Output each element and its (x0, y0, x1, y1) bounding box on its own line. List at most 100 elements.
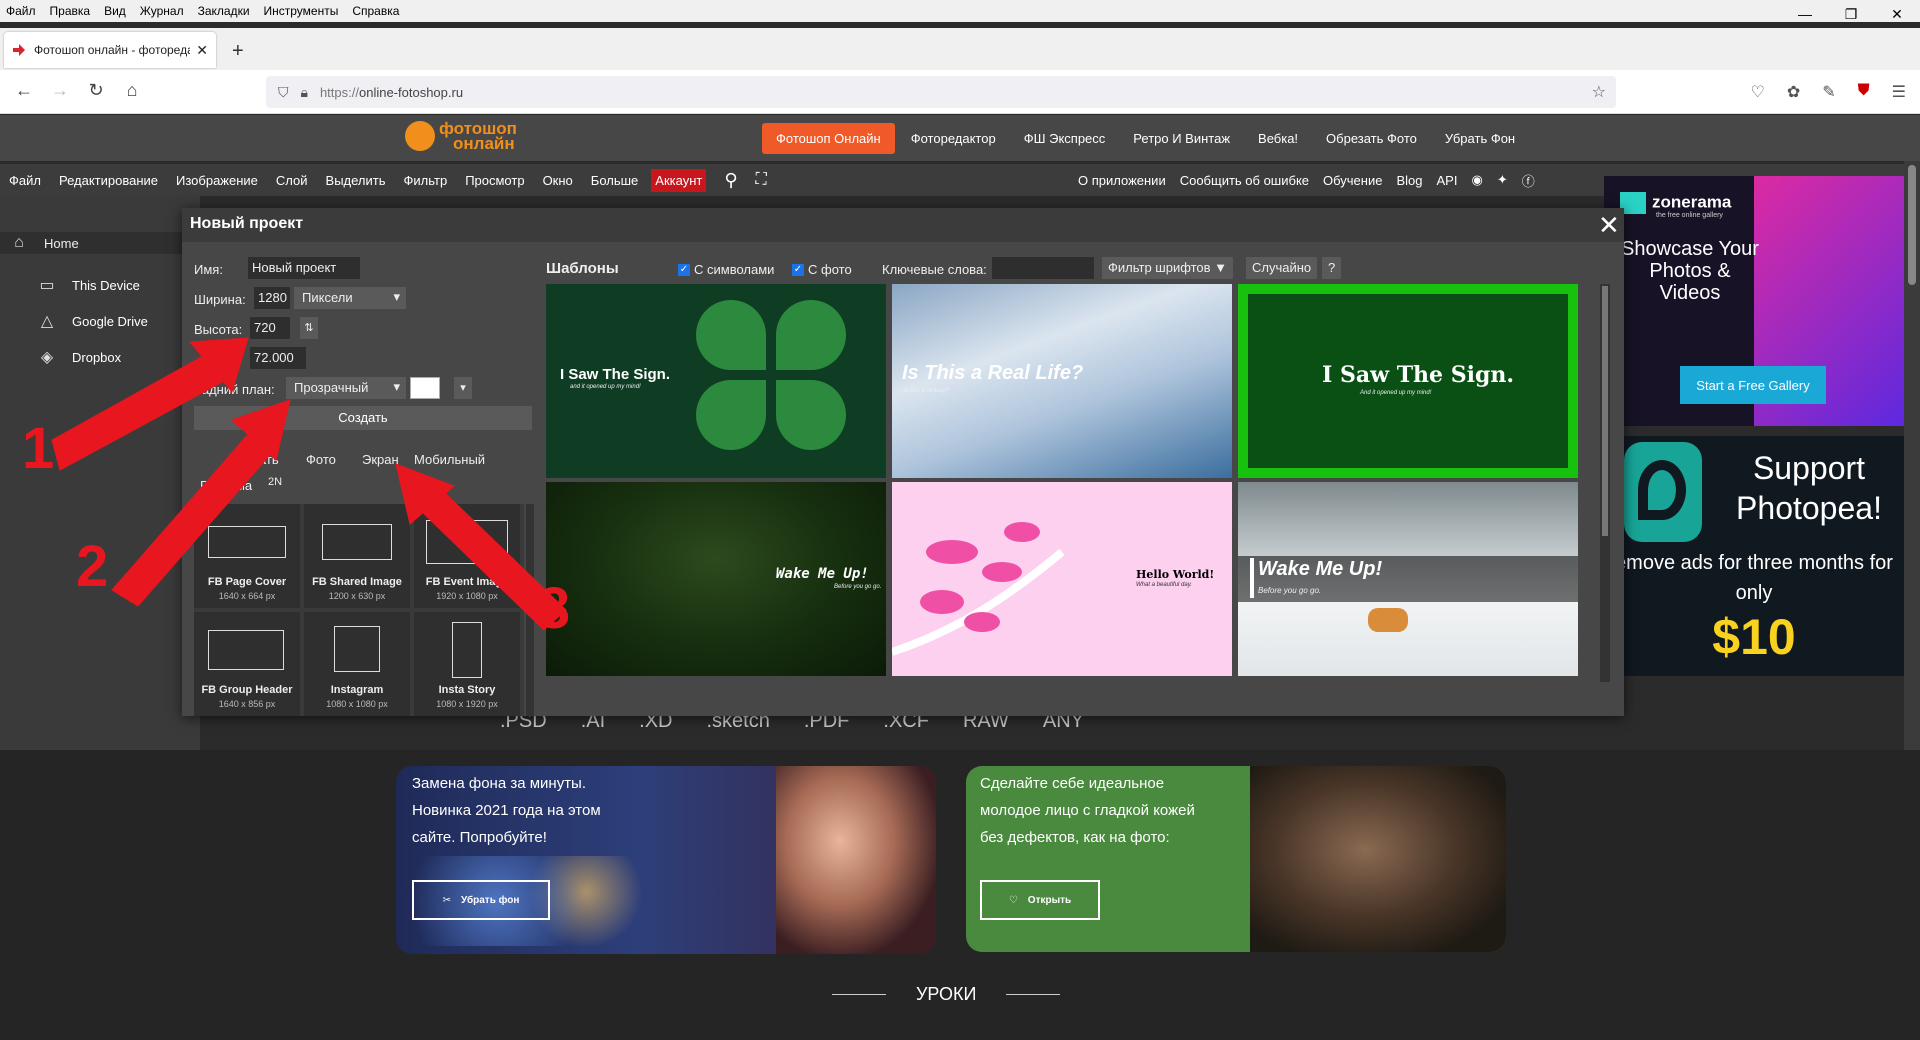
shield-icon[interactable]: ⛉ (278, 84, 289, 101)
nav-photo-editor[interactable]: Фоторедактор (897, 123, 1010, 154)
facebook-icon[interactable]: ⓕ (1522, 171, 1535, 190)
menu-file[interactable]: Файл (6, 4, 36, 18)
create-button[interactable]: Создать (194, 406, 532, 430)
home-icon[interactable]: ⌂ (120, 80, 144, 101)
sidebar-item-google-drive[interactable]: △ Google Drive (0, 304, 200, 338)
menu-tools[interactable]: Инструменты (264, 4, 339, 18)
new-tab-icon[interactable]: + (232, 40, 244, 63)
color-wheel-icon[interactable]: ✿ (1787, 82, 1800, 102)
close-icon[interactable]: ✕ (1598, 210, 1620, 241)
preset-fb-event-image[interactable]: FB Event Image 1920 x 1080 px (414, 504, 520, 608)
template-tile[interactable]: I Saw The Sign. And it opened up my mind… (1238, 284, 1578, 478)
face-retouch-promo[interactable]: Сделайте себе идеальное молодое лицо с г… (966, 766, 1506, 952)
lock-icon[interactable]: 🔒︎ (301, 84, 308, 101)
reddit-icon[interactable]: ◉ (1471, 172, 1482, 188)
preset-fb-page-cover[interactable]: FB Page Cover 1640 x 664 px (194, 504, 300, 608)
menu-bookmarks[interactable]: Закладки (198, 4, 250, 18)
swap-dimensions-icon[interactable]: ⇅ (300, 317, 318, 339)
preset-fb-group-header[interactable]: FB Group Header 1640 x 856 px (194, 612, 300, 716)
color-dropdown-icon[interactable]: ▾ (454, 377, 472, 399)
appmenu-report-bug[interactable]: Сообщить об ошибке (1180, 173, 1309, 188)
preset-insta-story[interactable]: Insta Story 1080 x 1920 px (414, 612, 520, 716)
font-filter-button[interactable]: Фильтр шрифтов ▼ (1102, 257, 1234, 279)
nav-webcam[interactable]: Вебка! (1244, 123, 1312, 154)
back-icon[interactable]: ← (12, 80, 36, 101)
with-photo-checkbox[interactable]: ✓ С фото (792, 262, 852, 277)
shield-extension-icon[interactable]: ⛊ (1858, 82, 1870, 102)
hamburger-menu-icon[interactable]: ☰ (1892, 82, 1906, 102)
search-icon[interactable]: ⚲ (724, 170, 737, 191)
pocket-icon[interactable]: ♡ (1750, 82, 1764, 102)
template-tile[interactable]: Hello World! What a beautiful day. (892, 482, 1232, 676)
minimize-icon[interactable]: — (1782, 0, 1828, 28)
tab-close-icon[interactable]: ✕ (196, 42, 208, 59)
unit-select[interactable]: Пиксели (294, 287, 406, 309)
nav-photoshop-online[interactable]: Фотошоп Онлайн (762, 123, 895, 154)
nav-crop[interactable]: Обрезать Фото (1312, 123, 1431, 154)
remove-background-promo[interactable]: Замена фона за минуты. Новинка 2021 года… (396, 766, 936, 954)
browser-tab[interactable]: Фотошоп онлайн - фоторедак ✕ (4, 32, 216, 68)
template-tile[interactable]: Is This a Real Life? Is this a fantasy? (892, 284, 1232, 478)
close-window-icon[interactable]: ✕ (1874, 0, 1920, 28)
appmenu-file[interactable]: Файл (9, 173, 41, 188)
background-color-swatch[interactable] (410, 377, 440, 399)
appmenu-select[interactable]: Выделить (326, 173, 386, 188)
category-ads[interactable]: Реклама (200, 478, 252, 493)
nav-express[interactable]: ФШ Экспресс (1010, 123, 1120, 154)
help-button[interactable]: ? (1322, 257, 1342, 279)
preset-scrollbar[interactable] (526, 504, 534, 716)
template-tile[interactable]: Wake Me Up! Before you go go. (1238, 482, 1578, 676)
zonerama-ad[interactable]: zonerama the free online gallery Showcas… (1604, 176, 1904, 426)
appmenu-more[interactable]: Больше (591, 173, 639, 188)
appmenu-filter[interactable]: Фильтр (404, 173, 448, 188)
nav-remove-bg[interactable]: Убрать Фон (1431, 123, 1529, 154)
restore-icon[interactable]: ❐ (1828, 0, 1874, 28)
templates-scrollbar-thumb[interactable] (1602, 286, 1608, 536)
name-input[interactable]: Новый проект (248, 257, 360, 279)
template-tile[interactable]: I Saw The Sign. and it opened up my mind… (546, 284, 886, 478)
page-scrollbar-thumb[interactable] (1908, 165, 1916, 285)
pen-icon[interactable]: ✎ (1822, 82, 1835, 102)
bookmark-star-icon[interactable]: ☆ (1592, 82, 1606, 102)
sidebar-item-home[interactable]: ⌂ Home (0, 232, 200, 254)
appmenu-blog[interactable]: Blog (1396, 173, 1422, 188)
start-gallery-button[interactable]: Start a Free Gallery (1680, 366, 1826, 404)
background-select[interactable]: Прозрачный (286, 377, 406, 399)
sidebar-item-this-device[interactable]: ▭ This Device (0, 268, 200, 302)
category-2n[interactable]: 2N (268, 476, 282, 488)
category-mobile[interactable]: Мобильный (414, 452, 485, 467)
appmenu-window[interactable]: Окно (543, 173, 573, 188)
appmenu-layer[interactable]: Слой (276, 173, 308, 188)
forward-icon[interactable]: → (48, 80, 72, 101)
resolution-input[interactable]: 72.000 (250, 347, 306, 369)
menu-history[interactable]: Журнал (140, 4, 184, 18)
appmenu-image[interactable]: Изображение (176, 173, 258, 188)
appmenu-edit[interactable]: Редактирование (59, 173, 158, 188)
open-button[interactable]: ♡ Открыть (980, 880, 1100, 920)
menu-edit[interactable]: Правка (50, 4, 91, 18)
template-tile[interactable]: Wake Me Up! Before you go go. (546, 482, 886, 676)
site-logo[interactable]: фотошоп онлайн (405, 120, 517, 152)
url-bar[interactable]: ⛉ 🔒︎ https://online-fotoshop.ru ☆ (266, 76, 1616, 108)
photopea-support-ad[interactable]: Support Photopea! emove ads for three mo… (1604, 436, 1904, 676)
with-symbols-checkbox[interactable]: ✓ С символами (678, 262, 774, 277)
preset-instagram[interactable]: Instagram 1080 x 1080 px (304, 612, 410, 716)
appmenu-about[interactable]: О приложении (1078, 173, 1166, 188)
sidebar-item-dropbox[interactable]: ◈ Dropbox (0, 340, 200, 374)
appmenu-api[interactable]: API (1437, 173, 1458, 188)
appmenu-learn[interactable]: Обучение (1323, 173, 1382, 188)
remove-bg-button[interactable]: ✂ Убрать фон (412, 880, 550, 920)
category-photo[interactable]: Фото (306, 452, 336, 467)
templates-scrollbar[interactable] (1600, 284, 1610, 682)
twitter-icon[interactable]: ✦ (1497, 172, 1508, 188)
fullscreen-icon[interactable]: ⛶ (756, 171, 767, 189)
category-print[interactable]: Печать (236, 452, 279, 467)
random-button[interactable]: Случайно (1246, 257, 1318, 279)
appmenu-view[interactable]: Просмотр (465, 173, 524, 188)
height-input[interactable]: 720 (250, 317, 290, 339)
menu-help[interactable]: Справка (352, 4, 399, 18)
account-button[interactable]: Аккаунт (651, 168, 707, 192)
category-screen[interactable]: Экран (362, 452, 399, 467)
reload-icon[interactable]: ↻ (84, 80, 108, 101)
nav-retro[interactable]: Ретро И Винтаж (1119, 123, 1244, 154)
